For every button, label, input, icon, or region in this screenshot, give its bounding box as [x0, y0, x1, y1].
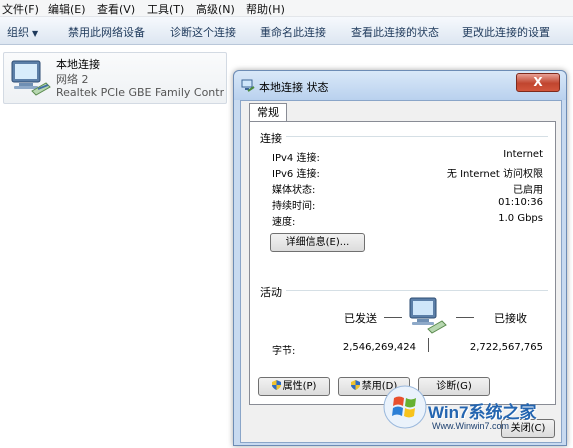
menu-view[interactable]: 查看(V)	[97, 1, 135, 17]
connection-name: 本地连接	[56, 58, 100, 71]
divider	[286, 136, 548, 137]
duration-value: 01:10:36	[498, 197, 543, 208]
menu-file[interactable]: 文件(F)	[2, 1, 39, 17]
bytes-received-value: 2,722,567,765	[469, 342, 543, 353]
menu-bar: 文件(F) 编辑(E) 查看(V) 工具(T) 高级(N) 帮助(H)	[0, 0, 573, 17]
activity-group-title: 活动	[260, 286, 282, 299]
rename-connection-button[interactable]: 重命名此连接	[260, 24, 326, 40]
connection-adapter: Realtek PCIe GBE Family Contr...	[56, 86, 224, 99]
diagnose-connection-button[interactable]: 诊断这个连接	[170, 24, 236, 40]
network-activity-icon	[409, 297, 447, 334]
diagnose-button[interactable]: 诊断(G)	[418, 377, 490, 396]
properties-button[interactable]: 属性(P)	[258, 377, 330, 396]
ipv4-label: IPv4 连接:	[272, 153, 320, 164]
change-settings-button[interactable]: 更改此连接的设置	[462, 24, 550, 40]
media-state-label: 媒体状态:	[272, 185, 316, 196]
ipv6-value: 无 Internet 访问权限	[446, 169, 543, 180]
bytes-sent-value: 2,546,269,424	[342, 342, 416, 353]
organize-button[interactable]: 组织 ▼	[7, 24, 38, 40]
properties-label: 属性(P)	[282, 381, 317, 392]
duration-label: 持续时间:	[272, 201, 316, 212]
ipv6-label: IPv6 连接:	[272, 169, 320, 180]
sent-label: 已发送	[344, 312, 377, 325]
bytes-separator	[428, 338, 429, 352]
close-icon[interactable]: X	[516, 73, 560, 92]
menu-tools[interactable]: 工具(T)	[147, 1, 184, 17]
sent-dash	[384, 317, 402, 318]
media-state-value: 已启用	[513, 185, 543, 196]
dialog-title: 本地连接 状态	[259, 81, 329, 94]
menu-edit[interactable]: 编辑(E)	[48, 1, 86, 17]
command-bar: 组织 ▼ 禁用此网络设备 诊断这个连接 重命名此连接 查看此连接的状态 更改此连接…	[0, 17, 573, 45]
chevron-down-icon: ▼	[32, 29, 39, 38]
uac-shield-icon	[350, 380, 360, 390]
watermark-url: Www.Winwin7.com	[432, 421, 510, 431]
divider	[286, 290, 548, 291]
view-status-button[interactable]: 查看此连接的状态	[351, 24, 439, 40]
received-label: 已接收	[494, 312, 527, 325]
network-icon	[241, 79, 255, 92]
watermark-brand: Win7系统之家	[428, 403, 537, 422]
menu-help[interactable]: 帮助(H)	[246, 1, 285, 17]
network-adapter-icon	[11, 60, 51, 96]
ipv4-value: Internet	[503, 149, 543, 160]
uac-shield-icon	[271, 380, 281, 390]
connection-item[interactable]: 本地连接 网络 2 Realtek PCIe GBE Family Contr.…	[3, 52, 227, 104]
general-tab-panel: 连接 IPv4 连接: Internet IPv6 连接: 无 Internet…	[249, 121, 556, 405]
organize-label: 组织	[7, 26, 29, 39]
bytes-label: 字节:	[272, 346, 296, 357]
connection-group-title: 连接	[260, 132, 282, 145]
menu-advanced[interactable]: 高级(N)	[196, 1, 235, 17]
speed-label: 速度:	[272, 217, 296, 228]
tab-general[interactable]: 常规	[249, 103, 287, 121]
connection-network: 网络 2	[56, 73, 89, 86]
windows-logo-icon	[383, 385, 427, 429]
details-button[interactable]: 详细信息(E)...	[270, 233, 365, 252]
speed-value: 1.0 Gbps	[498, 213, 543, 224]
disable-device-button[interactable]: 禁用此网络设备	[68, 24, 145, 40]
received-dash	[456, 317, 474, 318]
dialog-titlebar[interactable]: 本地连接 状态 X	[234, 71, 566, 100]
